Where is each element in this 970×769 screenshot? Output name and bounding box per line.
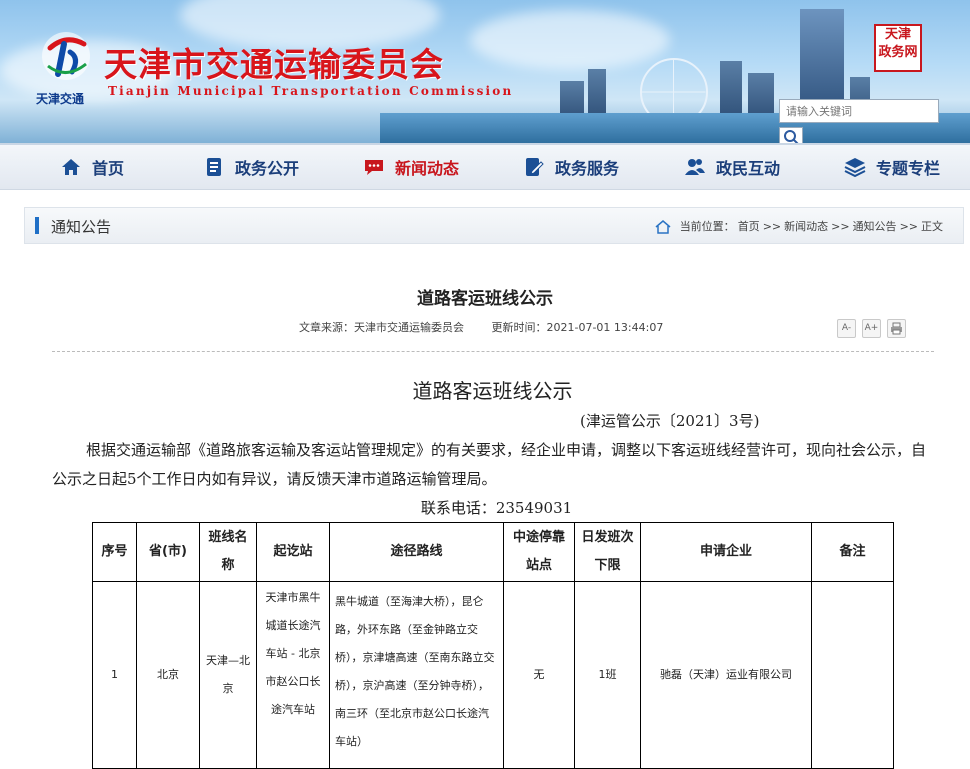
nav-special-topics[interactable]: 专题专栏: [844, 145, 940, 189]
banner-cloud: [470, 10, 670, 70]
section-bar: 通知公告 当前位置： 首页 >> 新闻动态 >> 通知公告 >> 正文: [24, 207, 964, 244]
site-title-en: Tianjin Municipal Transportation Commiss…: [108, 84, 514, 98]
bus-route-table: 序号 省(市) 班线名称 起讫站 途径路线 中途停靠站点 日发班次下限 申请企业…: [92, 522, 894, 769]
edit-icon: [526, 158, 544, 176]
col-header-stops: 中途停靠站点: [503, 522, 575, 582]
table-header-row: 序号 省(市) 班线名称 起讫站 途径路线 中途停靠站点 日发班次下限 申请企业…: [92, 522, 894, 582]
article-meta: 文章来源：天津市交通运输委员会 更新时间：2021-07-01 13:44:07: [299, 319, 687, 335]
col-header-province: 省(市): [136, 522, 200, 582]
cell-stops: 无: [503, 581, 575, 769]
cell-line: 天津—北京: [199, 581, 257, 769]
cell-no: 1: [92, 581, 137, 769]
nav-label: 专题专栏: [876, 159, 941, 178]
breadcrumb-separator: >>: [831, 219, 850, 233]
gov-portal-seal[interactable]: 天津 政务网: [874, 24, 922, 72]
header-banner: 天津交通 天津市交通运输委员会 Tianjin Municipal Transp…: [0, 0, 970, 143]
breadcrumb-home[interactable]: 首页: [738, 218, 760, 234]
breadcrumb-current: 正文: [921, 220, 943, 233]
breadcrumb-separator: >>: [899, 219, 918, 233]
search-icon: [784, 130, 799, 143]
nav-label: 政民互动: [716, 159, 781, 178]
print-icon: [891, 322, 902, 335]
article-tools: A- A+: [837, 319, 906, 338]
article-title: 道路客运班线公示: [417, 289, 553, 309]
cell-stations: 天津市黑牛城道长途汽车站 - 北京市赵公口长途汽车站: [256, 581, 330, 769]
col-header-stations: 起讫站: [256, 522, 330, 582]
nav-label: 首页: [92, 159, 125, 178]
section-title[interactable]: 通知公告: [51, 216, 111, 237]
col-header-company: 申请企业: [640, 522, 812, 582]
section-marker: [35, 217, 39, 234]
home-icon: [655, 219, 671, 234]
font-smaller-button[interactable]: A-: [837, 319, 856, 338]
nav-gov-services[interactable]: 政务服务: [523, 145, 619, 189]
document-number: (津运管公示〔2021〕3号): [580, 412, 760, 430]
col-header-route: 途径路线: [329, 522, 504, 582]
print-button[interactable]: [887, 319, 906, 338]
col-header-no: 序号: [92, 522, 137, 582]
layers-icon: [844, 158, 866, 178]
nav-label: 政务服务: [555, 159, 620, 178]
document-icon: [207, 158, 221, 176]
banner-building: [720, 61, 742, 121]
users-icon: [685, 159, 705, 175]
col-header-note: 备注: [811, 522, 894, 582]
col-header-frequency: 日发班次下限: [574, 522, 641, 582]
cell-note: [811, 581, 894, 769]
search-box: [779, 99, 964, 123]
breadcrumb-prefix: 当前位置：: [679, 220, 735, 233]
seal-line2: 政务网: [878, 45, 918, 60]
cell-frequency: 1班: [574, 581, 641, 769]
main-nav: 首页 政务公开 新闻动态 政务服务 政民互动 专题专栏: [0, 143, 970, 190]
article-updated: 更新时间：2021-07-01 13:44:07: [491, 321, 664, 334]
col-header-line: 班线名称: [199, 522, 257, 582]
chat-icon: [365, 160, 383, 175]
cell-province: 北京: [136, 581, 200, 769]
nav-label: 政务公开: [235, 159, 300, 178]
nav-label: 新闻动态: [395, 159, 460, 178]
nav-home[interactable]: 首页: [60, 145, 124, 189]
nav-interaction[interactable]: 政民互动: [684, 145, 780, 189]
nav-news[interactable]: 新闻动态: [363, 145, 459, 189]
font-larger-button[interactable]: A+: [862, 319, 881, 338]
search-input[interactable]: [779, 99, 939, 123]
breadcrumb-separator: >>: [762, 219, 782, 233]
breadcrumb-notices[interactable]: 通知公告: [853, 218, 897, 234]
breadcrumb-news[interactable]: 新闻动态: [784, 218, 828, 234]
nav-gov-affairs[interactable]: 政务公开: [203, 145, 299, 189]
cell-route: 黑牛城道（至海津大桥），昆仑路，外环东路（至金钟路立交桥），京津塘高速（至南东路…: [329, 581, 504, 769]
breadcrumb: 当前位置： 首页 >> 新闻动态 >> 通知公告 >> 正文: [655, 218, 943, 234]
article-source: 文章来源：天津市交通运输委员会: [299, 321, 464, 334]
table-row: 1 北京 天津—北京 天津市黑牛城道长途汽车站 - 北京市赵公口长途汽车站 黑牛…: [92, 581, 894, 769]
divider: [52, 351, 934, 352]
site-title[interactable]: 天津市交通运输委员会: [104, 38, 444, 86]
contact-phone: 联系电话：23549031: [420, 499, 573, 517]
body-title: 道路客运班线公示: [412, 379, 573, 403]
logo-subtitle: 天津交通: [36, 92, 85, 106]
home-icon: [62, 159, 80, 175]
seal-line1: 天津: [884, 27, 911, 42]
logo-icon: [42, 32, 90, 80]
body-paragraph: 根据交通运输部《道路旅客运输及客运站管理规定》的有关要求，经企业申请，调整以下客…: [52, 441, 927, 488]
search-button[interactable]: [779, 127, 803, 143]
cell-company: 驰磊（天津）运业有限公司: [640, 581, 812, 769]
